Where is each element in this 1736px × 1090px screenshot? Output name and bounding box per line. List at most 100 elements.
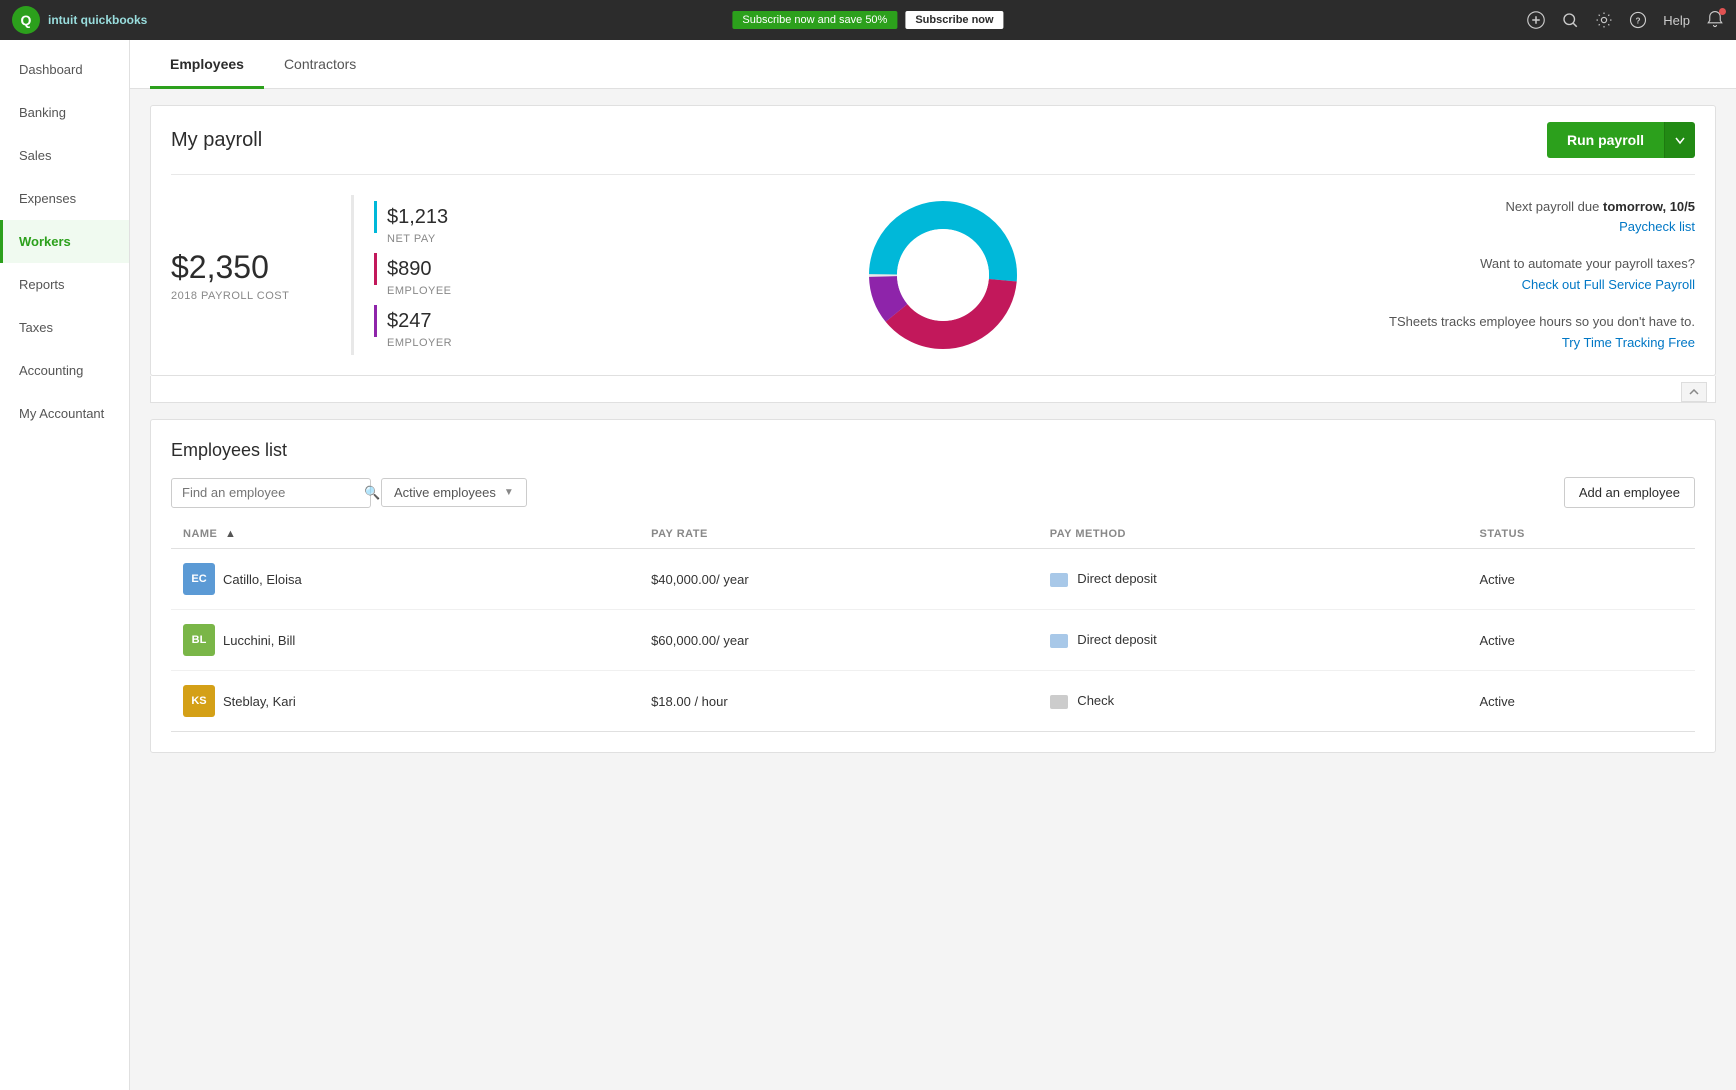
table-row[interactable]: KS Steblay, Kari $18.00 / hour Check Act… <box>171 671 1695 732</box>
list-controls-left: 🔍 Active employees ▼ <box>171 478 527 508</box>
sidebar-item-accounting[interactable]: Accounting <box>0 349 129 392</box>
svg-text:Q: Q <box>21 12 32 28</box>
breakdown-employer: $247 EMPLOYER <box>374 305 511 349</box>
employee-tbody: EC Catillo, Eloisa $40,000.00/ year Dire… <box>171 549 1695 732</box>
avatar: BL <box>183 624 215 656</box>
run-payroll-button-group: Run payroll <box>1547 122 1695 158</box>
app-layout: Dashboard Banking Sales Expenses Workers… <box>0 40 1736 1090</box>
subscribe-badge: Subscribe now and save 50% <box>732 11 897 29</box>
payroll-cost: $2,350 2018 PAYROLL COST <box>171 195 351 355</box>
help-circle-icon[interactable]: ? <box>1629 11 1647 29</box>
help-label[interactable]: Help <box>1663 13 1690 28</box>
payroll-breakdown: $1,213 NET PAY $890 EMPLOYEE <box>351 195 511 355</box>
tab-contractors[interactable]: Contractors <box>264 40 376 89</box>
employee-pay-method: Check <box>1038 671 1468 732</box>
payroll-header: My payroll Run payroll <box>151 106 1715 174</box>
employee-name-cell[interactable]: KS Steblay, Kari <box>171 671 639 732</box>
net-pay-amount: $1,213 <box>387 206 448 229</box>
employee-label: EMPLOYEE <box>387 285 511 297</box>
table-row[interactable]: BL Lucchini, Bill $60,000.00/ year Direc… <box>171 610 1695 671</box>
search-icon-small: 🔍 <box>364 485 380 501</box>
topbar-actions: ? Help <box>1527 10 1724 31</box>
employer-label: EMPLOYER <box>387 337 511 349</box>
sidebar-item-workers[interactable]: Workers <box>0 220 129 263</box>
filter-label: Active employees <box>394 485 496 500</box>
topbar: Q intuit quickbooks Subscribe now and sa… <box>0 0 1736 40</box>
donut-chart <box>511 195 1375 355</box>
table-header: NAME ▲ PAY RATE PAY METHOD STATUS <box>171 520 1695 549</box>
employee-status: Active <box>1468 671 1696 732</box>
collapse-bar <box>150 376 1716 403</box>
sidebar-item-dashboard[interactable]: Dashboard <box>0 48 129 91</box>
notification-icon[interactable] <box>1706 10 1724 31</box>
next-payroll-block: Next payroll due tomorrow, 10/5 Paycheck… <box>1505 197 1695 239</box>
col-status: STATUS <box>1468 520 1696 549</box>
employees-list-section: Employees list 🔍 Active employees ▼ Add … <box>150 419 1716 753</box>
search-input[interactable] <box>182 485 358 500</box>
payroll-title: My payroll <box>171 129 262 152</box>
breakdown-net-pay: $1,213 NET PAY <box>374 201 511 245</box>
brand-logo[interactable]: Q intuit quickbooks <box>12 6 147 34</box>
dropdown-arrow-icon: ▼ <box>504 487 514 498</box>
chevron-up-icon <box>1689 389 1699 395</box>
main-content: Employees Contractors My payroll Run pay… <box>130 40 1736 1090</box>
time-tracking-link[interactable]: Try Time Tracking Free <box>1562 335 1695 350</box>
sidebar-item-my-accountant[interactable]: My Accountant <box>0 392 129 435</box>
filter-dropdown[interactable]: Active employees ▼ <box>381 478 527 507</box>
full-service-link[interactable]: Check out Full Service Payroll <box>1522 277 1695 292</box>
sidebar-item-sales[interactable]: Sales <box>0 134 129 177</box>
avatar: KS <box>183 685 215 717</box>
next-payroll-text: Next payroll due <box>1505 199 1599 214</box>
col-pay-rate: PAY RATE <box>639 520 1038 549</box>
sidebar-item-banking[interactable]: Banking <box>0 91 129 134</box>
sidebar-item-reports[interactable]: Reports <box>0 263 129 306</box>
employee-pay-rate: $40,000.00/ year <box>639 549 1038 610</box>
employee-table: NAME ▲ PAY RATE PAY METHOD STATUS EC Cat… <box>171 520 1695 732</box>
employer-amount: $247 <box>387 310 432 333</box>
sidebar-item-taxes[interactable]: Taxes <box>0 306 129 349</box>
col-name-label: NAME <box>183 528 217 540</box>
avatar: EC <box>183 563 215 595</box>
collapse-button[interactable] <box>1681 382 1707 402</box>
automate-text: Want to automate your payroll taxes? <box>1480 256 1695 271</box>
payroll-cost-amount: $2,350 <box>171 249 351 286</box>
subscribe-banner: Subscribe now and save 50% Subscribe now <box>732 11 1003 29</box>
employee-status: Active <box>1468 610 1696 671</box>
chevron-down-icon <box>1675 137 1685 145</box>
search-icon[interactable] <box>1561 11 1579 29</box>
payroll-cost-label: 2018 PAYROLL COST <box>171 290 351 302</box>
table-row[interactable]: EC Catillo, Eloisa $40,000.00/ year Dire… <box>171 549 1695 610</box>
employee-status: Active <box>1468 549 1696 610</box>
search-wrapper[interactable]: 🔍 <box>171 478 371 508</box>
run-payroll-dropdown-button[interactable] <box>1664 122 1695 158</box>
add-employee-button[interactable]: Add an employee <box>1564 477 1695 508</box>
employee-name-cell[interactable]: EC Catillo, Eloisa <box>171 549 639 610</box>
tab-bar: Employees Contractors <box>130 40 1736 89</box>
employee-pay-rate: $18.00 / hour <box>639 671 1038 732</box>
employee-amount: $890 <box>387 258 432 281</box>
employee-bar <box>374 253 377 285</box>
paycheck-list-link[interactable]: Paycheck list <box>1619 219 1695 234</box>
col-name[interactable]: NAME ▲ <box>171 520 639 549</box>
tab-employees[interactable]: Employees <box>150 40 264 89</box>
sidebar-item-expenses[interactable]: Expenses <box>0 177 129 220</box>
employee-pay-method: Direct deposit <box>1038 549 1468 610</box>
payroll-body: $2,350 2018 PAYROLL COST $1,213 NET PAY <box>151 175 1715 375</box>
employee-name: Steblay, Kari <box>223 694 296 709</box>
payroll-donut-svg <box>863 195 1023 355</box>
payroll-info-right: Next payroll due tomorrow, 10/5 Paycheck… <box>1375 195 1695 355</box>
run-payroll-button[interactable]: Run payroll <box>1547 122 1664 158</box>
col-pay-method: PAY METHOD <box>1038 520 1468 549</box>
next-payroll-when: tomorrow, 10/5 <box>1603 199 1695 214</box>
tsheets-block: TSheets tracks employee hours so you don… <box>1389 312 1695 354</box>
employee-name-cell[interactable]: BL Lucchini, Bill <box>171 610 639 671</box>
subscribe-now-button[interactable]: Subscribe now <box>905 11 1003 29</box>
quickbooks-logo-icon: Q <box>12 6 40 34</box>
list-controls: 🔍 Active employees ▼ Add an employee <box>171 477 1695 508</box>
add-icon[interactable] <box>1527 11 1545 29</box>
payroll-section: My payroll Run payroll $2,350 2018 PAYRO… <box>150 105 1716 376</box>
settings-icon[interactable] <box>1595 11 1613 29</box>
automate-taxes-block: Want to automate your payroll taxes? Che… <box>1480 254 1695 296</box>
svg-text:?: ? <box>1636 16 1641 25</box>
net-pay-label: NET PAY <box>387 233 511 245</box>
